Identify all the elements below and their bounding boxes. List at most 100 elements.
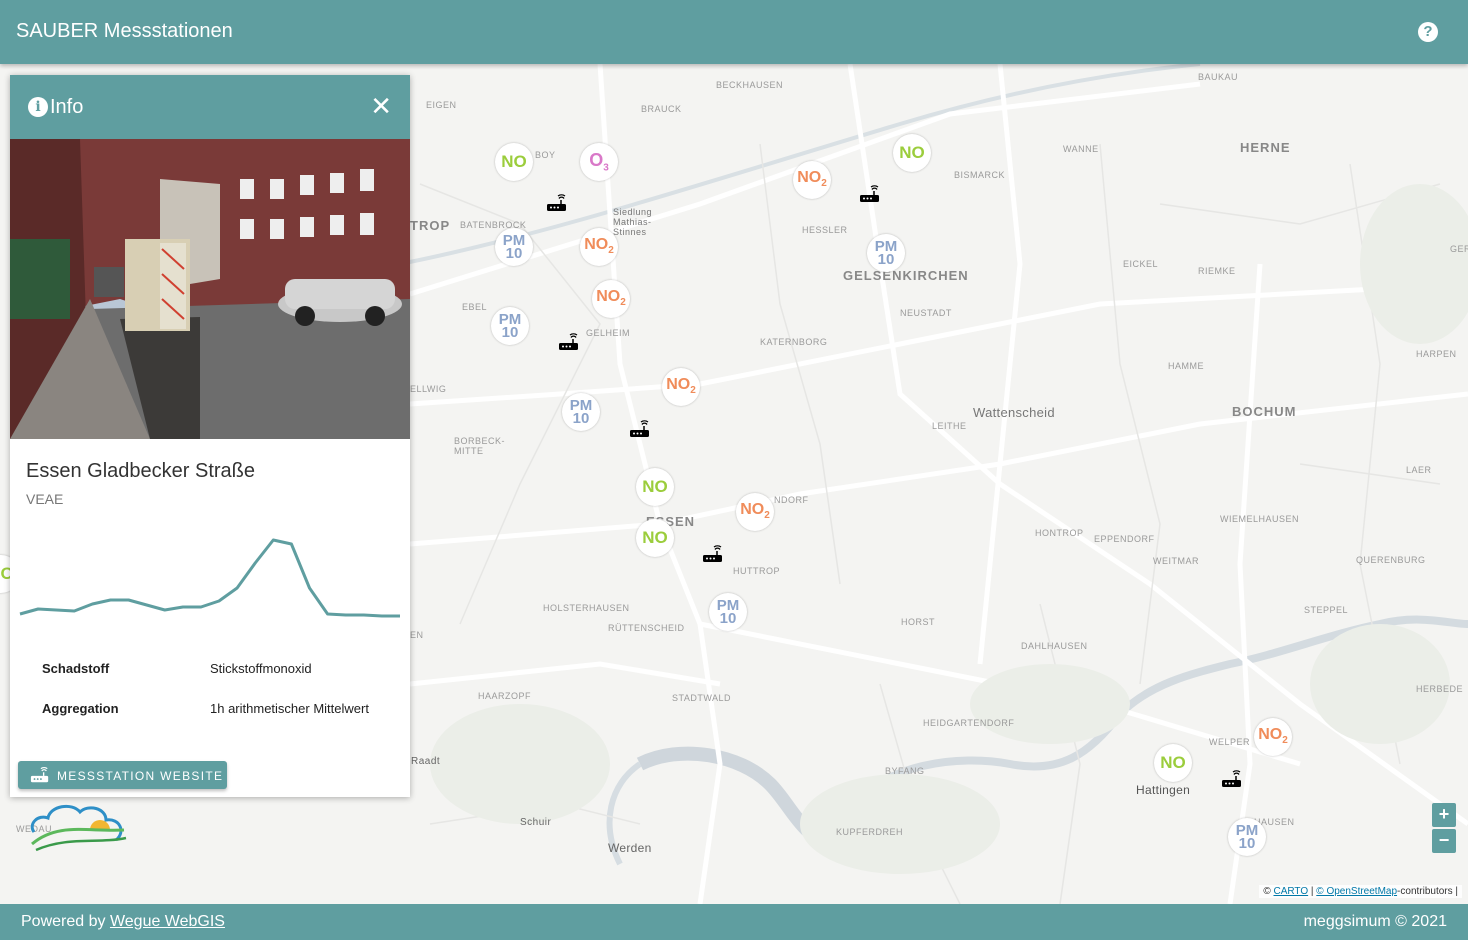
place-label: HUTTROP xyxy=(733,566,780,576)
marker-label-main: O xyxy=(589,149,604,170)
marker-pm10[interactable]: PM 10 xyxy=(1228,818,1266,856)
marker-label-sub: 2 xyxy=(608,245,614,257)
place-label: WEITMAR xyxy=(1153,556,1199,566)
property-value: 1h arithmetischer Mittelwert xyxy=(210,701,369,716)
property-value: Stickstoffmonoxid xyxy=(210,661,312,676)
place-label: RIEMKE xyxy=(1198,266,1236,276)
place-label: QUERENBURG xyxy=(1356,555,1426,565)
place-label: STEPPEL xyxy=(1304,605,1349,615)
property-row: Schadstoff Stickstoffmonoxid xyxy=(42,661,312,676)
place-label: GELHEIM xyxy=(586,328,631,338)
station-icon[interactable] xyxy=(1221,770,1243,788)
marker-label: NO xyxy=(1160,753,1186,773)
marker-no2[interactable]: NO2 xyxy=(662,368,700,406)
marker-label-sub: 10 xyxy=(501,324,519,341)
place-label: HERNE xyxy=(1240,140,1291,155)
place-label: HAMME xyxy=(1168,361,1204,371)
marker-label-sub: 10 xyxy=(719,610,737,627)
place-label: HORST xyxy=(901,617,935,627)
close-icon[interactable]: ✕ xyxy=(370,93,392,119)
marker-no2[interactable]: NO2 xyxy=(1254,718,1292,756)
place-label: Schuir xyxy=(520,817,552,828)
place-label: RÜTTENSCHEID xyxy=(608,623,685,633)
zoom-in-button[interactable]: + xyxy=(1432,803,1456,827)
attribution-prefix: © xyxy=(1263,886,1271,897)
place-label: BAUKAU xyxy=(1198,72,1239,82)
station-photo xyxy=(10,139,410,439)
station-icon[interactable] xyxy=(558,333,580,351)
app-header: SAUBER Messstationen ? xyxy=(0,0,1468,64)
marker-label: NO xyxy=(642,528,668,548)
place-label: BOY xyxy=(535,150,556,160)
marker-label: NO xyxy=(899,143,925,163)
place-label: LAER xyxy=(1406,465,1432,475)
marker-no2[interactable]: NO2 xyxy=(793,161,831,199)
marker-label: NO xyxy=(642,477,668,497)
zoom-out-button[interactable]: − xyxy=(1432,829,1456,853)
place-label: KUPFERDREH xyxy=(836,827,904,837)
marker-label-sub: 2 xyxy=(620,297,626,309)
property-row: Aggregation 1h arithmetischer Mittelwert xyxy=(42,701,369,716)
marker-pm10[interactable]: PM 10 xyxy=(709,593,747,631)
marker-label: NO2 xyxy=(596,288,626,309)
router-icon xyxy=(30,767,49,783)
place-label: EPPENDORF xyxy=(1094,534,1155,544)
marker-no2[interactable]: NO2 xyxy=(736,493,774,531)
osm-link[interactable]: © OpenStreetMap xyxy=(1316,886,1397,897)
marker-pm10[interactable]: PM 10 xyxy=(491,307,529,345)
app-title: SAUBER Messstationen xyxy=(16,20,233,42)
place-label: Siedlung Mathias-Stinnes xyxy=(613,207,653,237)
marker-pm10[interactable]: PM 10 xyxy=(562,393,600,431)
station-icon[interactable] xyxy=(546,194,568,212)
place-label: LEITHE xyxy=(932,421,967,431)
carto-link[interactable]: CARTO xyxy=(1273,886,1308,897)
station-name: Essen Gladbecker Straße xyxy=(26,460,255,482)
place-label: BISMARCK xyxy=(954,170,1006,180)
wegue-link[interactable]: Wegue WebGIS xyxy=(110,913,225,930)
powered-by-text: Powered by xyxy=(21,913,106,930)
marker-no[interactable]: NO xyxy=(495,143,533,181)
marker-o3[interactable]: O3 xyxy=(580,143,618,181)
place-label: BRAUCK xyxy=(641,104,682,114)
station-operator: VEAE xyxy=(26,491,64,507)
marker-no2[interactable]: NO2 xyxy=(592,280,630,318)
marker-no[interactable]: NO xyxy=(636,519,674,557)
help-icon[interactable]: ? xyxy=(1418,22,1438,42)
sauber-logo xyxy=(30,804,127,852)
marker-pm10[interactable]: PM 10 xyxy=(495,228,533,266)
info-icon: i xyxy=(28,97,48,117)
place-label: HARPEN xyxy=(1416,349,1457,359)
marker-label-main: NO xyxy=(596,288,621,306)
marker-label: NO2 xyxy=(740,501,770,521)
place-label: KATERNBORG xyxy=(760,337,828,347)
marker-label-sub: 2 xyxy=(1282,735,1288,747)
marker-label-sub: 10 xyxy=(505,245,523,262)
station-icon[interactable] xyxy=(859,185,881,203)
marker-label-main: NO xyxy=(740,501,765,519)
attribution-separator: | xyxy=(1310,886,1314,897)
place-label: BORBECK-MITTE xyxy=(454,436,506,456)
marker-label-sub: 10 xyxy=(877,251,895,268)
place-label: EN xyxy=(410,630,424,640)
place-label: HOLSTERHAUSEN xyxy=(543,603,630,613)
marker-label-sub: 10 xyxy=(1238,835,1256,852)
place-label: HERBEDE xyxy=(1416,684,1464,694)
station-website-button[interactable]: MESSSTATION WEBSITE xyxy=(18,761,227,789)
marker-no[interactable]: NO xyxy=(636,468,674,506)
marker-no2[interactable]: NO2 xyxy=(580,228,618,266)
place-label: EIGEN xyxy=(426,100,457,110)
marker-pm10[interactable]: PM 10 xyxy=(867,234,905,272)
marker-label: NO xyxy=(501,152,527,172)
marker-label: NO2 xyxy=(666,377,696,396)
map-attribution: © CARTO | © OpenStreetMap-contributors | xyxy=(1259,885,1462,898)
place-label: EBEL xyxy=(462,302,488,312)
marker-no[interactable]: NO xyxy=(1154,744,1192,782)
station-icon[interactable] xyxy=(629,420,651,438)
place-label: Werden xyxy=(608,841,652,855)
marker-no[interactable]: NO xyxy=(893,134,931,172)
place-label: GER xyxy=(1450,244,1468,254)
station-icon[interactable] xyxy=(702,545,724,563)
info-panel-title: Info xyxy=(50,96,84,118)
place-label: WELPER xyxy=(1209,737,1251,747)
pollution-sparkline xyxy=(19,538,400,618)
